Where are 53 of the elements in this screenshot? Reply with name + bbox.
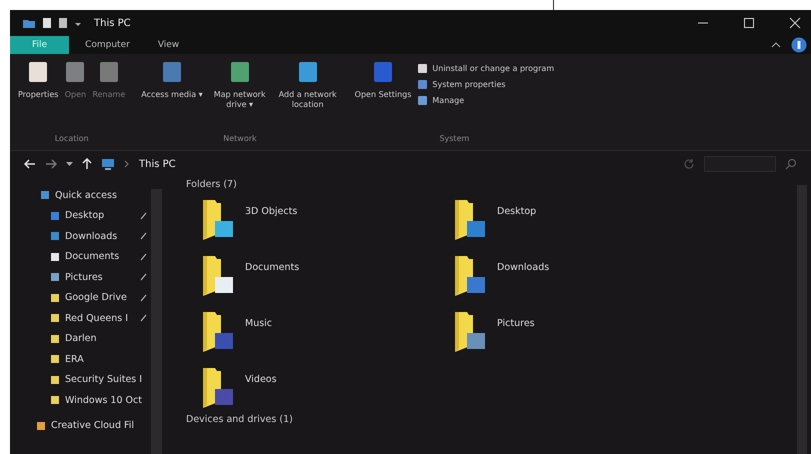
nav-item[interactable]: Darlen (10, 328, 151, 349)
ribbon-button[interactable]: System properties (415, 78, 556, 91)
nav-item[interactable]: Google Drive (10, 288, 151, 308)
forward-arrow-icon[interactable] (45, 159, 57, 169)
pin-icon[interactable] (140, 212, 147, 220)
close-icon[interactable] (789, 17, 801, 29)
nav-item[interactable]: ERA (10, 349, 151, 370)
caret-icon[interactable] (771, 41, 781, 49)
section-heading: Folders (7) (186, 179, 238, 192)
group-label: Location (54, 134, 90, 145)
back-arrow-icon[interactable] (24, 159, 36, 169)
ribbon-button[interactable]: Add a network location (274, 60, 341, 110)
nav-item[interactable]: Downloads (10, 226, 151, 246)
section-heading: Devices and drives (1) (186, 414, 294, 427)
folder-item[interactable]: Videos (202, 367, 454, 414)
search-icon[interactable] (785, 158, 797, 170)
pin-icon[interactable] (140, 273, 147, 282)
group-label: System (438, 134, 470, 145)
pin-icon[interactable] (140, 294, 147, 302)
address-path[interactable]: This PC (139, 158, 176, 170)
folder-item[interactable]: Music (202, 311, 454, 358)
nav-item[interactable]: Creative Cloud Fil (10, 416, 151, 436)
pin-icon[interactable] (140, 314, 147, 322)
ribbon-button[interactable]: Properties (16, 60, 60, 100)
group-label: Network (222, 134, 258, 145)
ribbon-button[interactable]: Uninstall or change a program (415, 62, 556, 75)
ribbon-tab[interactable]: Computer (73, 36, 142, 54)
maximize-icon[interactable] (743, 17, 755, 29)
folder-item[interactable]: Pictures (454, 311, 706, 358)
folder-item[interactable]: 3D Objects (202, 199, 454, 246)
nav-item[interactable]: Red Queens I (10, 308, 151, 328)
folder-item[interactable]: Documents (202, 255, 454, 302)
ribbon-button[interactable]: Access media ▾ (139, 60, 205, 100)
nav-item[interactable]: Documents (10, 246, 151, 267)
nav-item[interactable]: Security Suites I (10, 370, 151, 390)
ribbon-tab[interactable]: View (146, 36, 192, 54)
chevron-icon (124, 160, 130, 168)
ribbon-button[interactable]: Open Settings (352, 60, 414, 100)
pin-icon[interactable] (140, 232, 147, 240)
nav-item[interactable]: Quick access (10, 185, 151, 206)
folder-item[interactable]: Downloads (454, 255, 706, 302)
folder-item[interactable]: Desktop (454, 199, 706, 246)
nav-item[interactable]: Windows 10 Oct (10, 390, 151, 410)
up-arrow-icon[interactable] (82, 158, 92, 170)
pin-icon[interactable] (140, 252, 147, 261)
help-icon[interactable] (791, 37, 807, 53)
caret-icon[interactable] (66, 161, 73, 167)
window-title: This PC (94, 18, 131, 28)
refresh-icon[interactable] (683, 158, 695, 170)
ribbon-button[interactable]: Manage (415, 94, 556, 107)
nav-item[interactable]: Pictures (10, 267, 151, 288)
ribbon-button[interactable]: Map network drive ▾ (206, 60, 273, 110)
nav-item[interactable]: Desktop (10, 206, 151, 226)
